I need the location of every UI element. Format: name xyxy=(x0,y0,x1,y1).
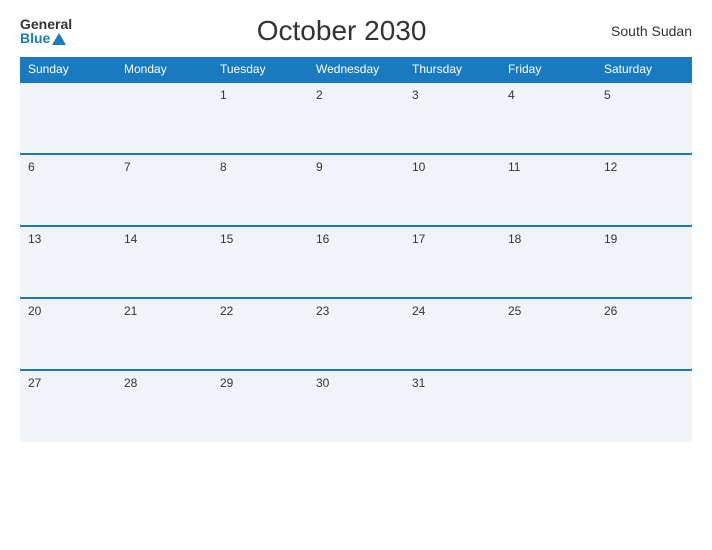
day-number: 31 xyxy=(412,376,425,390)
day-number: 28 xyxy=(124,376,137,390)
day-number: 15 xyxy=(220,232,233,246)
calendar-day-cell: 31 xyxy=(404,370,500,442)
day-number: 1 xyxy=(220,88,227,102)
calendar-day-cell: 27 xyxy=(20,370,116,442)
calendar-day-cell: 18 xyxy=(500,226,596,298)
calendar-day-cell: 28 xyxy=(116,370,212,442)
calendar-day-cell xyxy=(20,82,116,154)
header-saturday: Saturday xyxy=(596,57,692,82)
logo-triangle-icon xyxy=(52,33,66,45)
header-sunday: Sunday xyxy=(20,57,116,82)
day-number: 3 xyxy=(412,88,419,102)
header-friday: Friday xyxy=(500,57,596,82)
calendar-day-cell: 22 xyxy=(212,298,308,370)
calendar-day-cell: 12 xyxy=(596,154,692,226)
calendar-day-cell: 2 xyxy=(308,82,404,154)
calendar-day-cell: 16 xyxy=(308,226,404,298)
logo-blue-text: Blue xyxy=(20,31,66,45)
day-number: 25 xyxy=(508,304,521,318)
calendar-week-row: 6 7 8 9 10 11 12 xyxy=(20,154,692,226)
day-number: 26 xyxy=(604,304,617,318)
calendar-day-cell: 21 xyxy=(116,298,212,370)
calendar-week-row: 27 28 29 30 31 xyxy=(20,370,692,442)
day-number: 29 xyxy=(220,376,233,390)
day-number: 11 xyxy=(508,160,520,174)
calendar-week-row: 13 14 15 16 17 18 19 xyxy=(20,226,692,298)
calendar-day-cell: 6 xyxy=(20,154,116,226)
day-number: 9 xyxy=(316,160,323,174)
day-number: 10 xyxy=(412,160,425,174)
day-number: 6 xyxy=(28,160,35,174)
day-number: 2 xyxy=(316,88,323,102)
day-number: 8 xyxy=(220,160,227,174)
calendar-day-cell: 14 xyxy=(116,226,212,298)
day-number: 18 xyxy=(508,232,521,246)
calendar-day-cell: 30 xyxy=(308,370,404,442)
logo: General Blue xyxy=(20,17,72,45)
calendar-day-cell xyxy=(116,82,212,154)
day-number: 22 xyxy=(220,304,233,318)
day-number: 30 xyxy=(316,376,329,390)
calendar-day-cell: 15 xyxy=(212,226,308,298)
day-number: 12 xyxy=(604,160,617,174)
day-number: 13 xyxy=(28,232,41,246)
calendar-table: Sunday Monday Tuesday Wednesday Thursday… xyxy=(20,57,692,442)
calendar-day-cell: 19 xyxy=(596,226,692,298)
calendar-day-cell: 8 xyxy=(212,154,308,226)
calendar-day-cell: 26 xyxy=(596,298,692,370)
day-number: 4 xyxy=(508,88,515,102)
calendar-day-cell: 25 xyxy=(500,298,596,370)
calendar-day-cell: 10 xyxy=(404,154,500,226)
calendar-day-cell: 29 xyxy=(212,370,308,442)
country-name: South Sudan xyxy=(611,23,692,39)
header-wednesday: Wednesday xyxy=(308,57,404,82)
day-number: 24 xyxy=(412,304,425,318)
calendar-day-cell: 17 xyxy=(404,226,500,298)
calendar-day-cell xyxy=(596,370,692,442)
day-number: 17 xyxy=(412,232,425,246)
calendar-day-cell: 7 xyxy=(116,154,212,226)
calendar-day-cell: 13 xyxy=(20,226,116,298)
day-number: 19 xyxy=(604,232,617,246)
calendar-day-cell: 23 xyxy=(308,298,404,370)
calendar-day-cell: 9 xyxy=(308,154,404,226)
calendar-week-row: 20 21 22 23 24 25 26 xyxy=(20,298,692,370)
calendar-day-cell: 11 xyxy=(500,154,596,226)
calendar-title: October 2030 xyxy=(257,15,427,47)
weekday-header-row: Sunday Monday Tuesday Wednesday Thursday… xyxy=(20,57,692,82)
calendar-day-cell: 5 xyxy=(596,82,692,154)
calendar-week-row: 1 2 3 4 5 xyxy=(20,82,692,154)
day-number: 27 xyxy=(28,376,41,390)
day-number: 23 xyxy=(316,304,329,318)
calendar-day-cell: 24 xyxy=(404,298,500,370)
header-tuesday: Tuesday xyxy=(212,57,308,82)
day-number: 5 xyxy=(604,88,611,102)
day-number: 21 xyxy=(124,304,137,318)
day-number: 14 xyxy=(124,232,137,246)
calendar-page: General Blue October 2030 South Sudan Su… xyxy=(0,0,712,550)
header-monday: Monday xyxy=(116,57,212,82)
calendar-day-cell xyxy=(500,370,596,442)
calendar-day-cell: 1 xyxy=(212,82,308,154)
calendar-day-cell: 20 xyxy=(20,298,116,370)
day-number: 7 xyxy=(124,160,131,174)
header-thursday: Thursday xyxy=(404,57,500,82)
logo-general-text: General xyxy=(20,17,72,31)
header: General Blue October 2030 South Sudan xyxy=(20,15,692,47)
day-number: 16 xyxy=(316,232,329,246)
day-number: 20 xyxy=(28,304,41,318)
calendar-day-cell: 4 xyxy=(500,82,596,154)
calendar-day-cell: 3 xyxy=(404,82,500,154)
